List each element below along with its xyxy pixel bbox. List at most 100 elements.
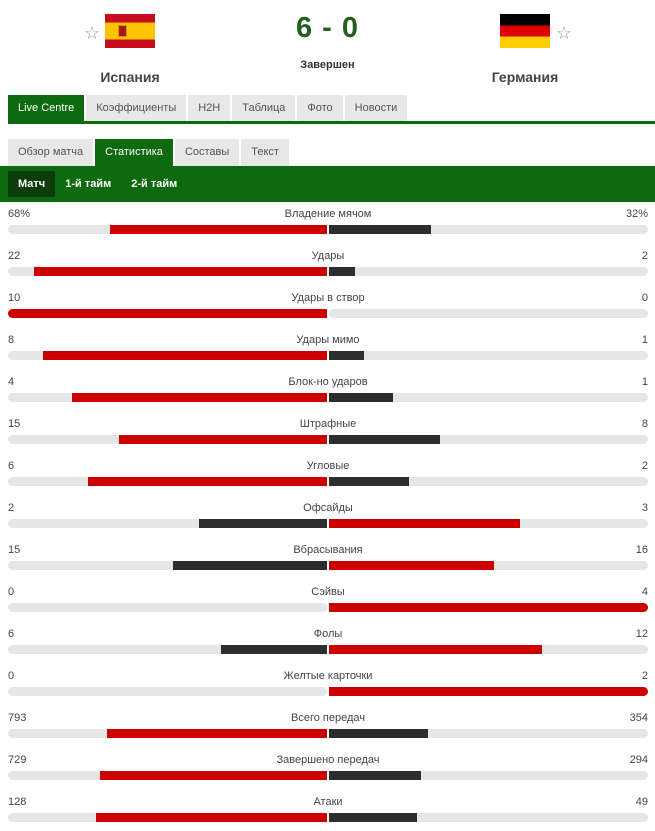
- home-bar: [221, 645, 327, 654]
- tab-sub-3[interactable]: Текст: [241, 139, 289, 166]
- home-bar: [107, 729, 327, 738]
- period-tab-2[interactable]: 2-й тайм: [121, 171, 187, 197]
- away-bar: [329, 435, 440, 444]
- stat-away-value: 294: [629, 754, 648, 766]
- away-bar: [329, 225, 431, 234]
- away-bar: [329, 477, 409, 486]
- away-bar-track: [329, 267, 648, 276]
- away-bar: [329, 645, 542, 654]
- away-bar: [329, 729, 428, 738]
- home-bar-track: [8, 687, 327, 696]
- stat-name: Вбрасывания: [293, 544, 363, 556]
- stat-away-value: 12: [635, 628, 648, 640]
- stats-list: 68% Владение мячом 32% 22 Удары 2 10 Удары в ст…: [8, 206, 648, 831]
- tab-sub-0[interactable]: Обзор матча: [8, 139, 94, 166]
- tab-main-5[interactable]: Новости: [344, 95, 408, 121]
- away-team[interactable]: Германия: [445, 14, 605, 85]
- match-header: ☆ Испания 6 - 0 Завершен Германия ☆: [0, 0, 655, 95]
- home-bar: [34, 267, 327, 276]
- home-bar: [173, 561, 327, 570]
- away-bar-track: [329, 393, 648, 402]
- away-bar: [329, 771, 421, 780]
- away-bar: [329, 561, 494, 570]
- away-bar: [329, 813, 417, 822]
- stat-row: 793 Всего передач 354: [8, 710, 648, 752]
- stat-away-value: 354: [629, 712, 648, 724]
- stat-name: Фолы: [313, 628, 343, 640]
- away-bar: [329, 519, 520, 528]
- stat-row: 729 Завершено передач 294: [8, 752, 648, 794]
- stat-name: Желтые карточки: [283, 670, 373, 682]
- home-bar-track: [8, 435, 327, 444]
- stat-away-value: 0: [641, 292, 648, 304]
- away-bar-track: [329, 645, 648, 654]
- away-bar-track: [329, 309, 648, 318]
- stat-away-value: 8: [641, 418, 648, 430]
- main-tabs: Live Centre Коэффициенты H2H Таблица Фото Нов…: [8, 95, 655, 124]
- away-bar-track: [329, 729, 648, 738]
- tab-main-0[interactable]: Live Centre: [8, 95, 85, 121]
- home-bar: [43, 351, 327, 360]
- stat-name: Удары мимо: [296, 334, 360, 346]
- period-tab-0[interactable]: Матч: [8, 171, 56, 197]
- stat-name: Офсайды: [303, 502, 353, 514]
- home-bar: [96, 813, 327, 822]
- stat-away-value: 3: [641, 502, 648, 514]
- stat-name: Угловые: [306, 460, 350, 472]
- stat-name: Сэйвы: [311, 586, 345, 598]
- tab-sub-1[interactable]: Статистика: [95, 139, 173, 166]
- stat-name: Завершено передач: [276, 754, 380, 766]
- stat-row: 10 Удары в створ 0: [8, 290, 648, 332]
- tab-main-2[interactable]: H2H: [188, 95, 231, 121]
- tab-sub-2[interactable]: Составы: [174, 139, 240, 166]
- stat-away-value: 16: [635, 544, 648, 556]
- home-team-name[interactable]: Испания: [50, 69, 210, 85]
- stat-away-value: 49: [635, 796, 648, 808]
- home-bar: [88, 477, 327, 486]
- home-bar-track: [8, 561, 327, 570]
- stat-row: 0 Желтые карточки 2: [8, 668, 648, 710]
- period-tab-1[interactable]: 1-й тайм: [55, 171, 121, 197]
- home-bar-track: [8, 603, 327, 612]
- away-bar-track: [329, 603, 648, 612]
- germany-flag-icon: [500, 14, 550, 48]
- stat-name: Удары: [311, 250, 345, 262]
- away-bar: [329, 687, 648, 696]
- stat-away-value: 2: [641, 670, 648, 682]
- stat-row: 2 Офсайды 3: [8, 500, 648, 542]
- tab-main-4[interactable]: Фото: [297, 95, 343, 121]
- home-bar-track: [8, 645, 327, 654]
- tab-main-3[interactable]: Таблица: [232, 95, 296, 121]
- stat-row: 15 Штрафные 8: [8, 416, 648, 458]
- stat-row: 128 Атаки 49: [8, 794, 648, 831]
- away-bar: [329, 603, 648, 612]
- home-bar: [100, 771, 327, 780]
- stat-name: Штрафные: [299, 418, 357, 430]
- home-bar-track: [8, 309, 327, 318]
- stat-away-value: 32%: [625, 208, 648, 220]
- away-bar-track: [329, 477, 648, 486]
- away-bar-track: [329, 561, 648, 570]
- away-team-name[interactable]: Германия: [445, 69, 605, 85]
- away-bar-track: [329, 435, 648, 444]
- home-bar-track: [8, 729, 327, 738]
- home-bar: [8, 309, 327, 318]
- away-bar-track: [329, 351, 648, 360]
- sub-tabs: Обзор матча Статистика Составы Текст: [8, 139, 655, 166]
- home-bar-track: [8, 351, 327, 360]
- stat-away-value: 4: [641, 586, 648, 598]
- period-tabs: Матч 1-й тайм 2-й тайм: [0, 166, 655, 202]
- stat-name: Удары в створ: [291, 292, 365, 304]
- home-bar: [119, 435, 327, 444]
- home-bar-track: [8, 225, 327, 234]
- stat-away-value: 1: [641, 334, 648, 346]
- stat-name: Блок-но ударов: [288, 376, 368, 388]
- stat-row: 15 Вбрасывания 16: [8, 542, 648, 584]
- stat-row: 4 Блок-но ударов 1: [8, 374, 648, 416]
- favorite-star-icon[interactable]: ☆: [556, 24, 572, 42]
- home-bar-track: [8, 813, 327, 822]
- home-bar: [72, 393, 327, 402]
- tab-main-1[interactable]: Коэффициенты: [86, 95, 187, 121]
- away-bar-track: [329, 519, 648, 528]
- home-bar: [199, 519, 327, 528]
